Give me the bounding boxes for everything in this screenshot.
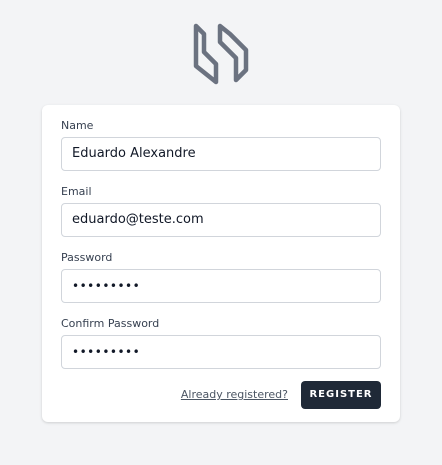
email-field-group: Email eduardo@teste.com bbox=[61, 185, 381, 237]
name-input-value: Eduardo Alexandre bbox=[72, 146, 196, 161]
email-label: Email bbox=[61, 185, 92, 198]
name-input[interactable]: Eduardo Alexandre bbox=[61, 137, 381, 171]
password-label: Password bbox=[61, 251, 113, 264]
name-label: Name bbox=[61, 119, 94, 132]
confirm-password-input-value: ••••••••• bbox=[72, 345, 141, 359]
password-input-value: ••••••••• bbox=[72, 279, 141, 293]
password-input[interactable]: ••••••••• bbox=[61, 269, 381, 303]
name-field-group: Name Eduardo Alexandre bbox=[61, 119, 381, 171]
app-logo-icon[interactable] bbox=[190, 20, 252, 88]
email-input-value: eduardo@teste.com bbox=[72, 212, 204, 227]
register-button[interactable]: REGISTER bbox=[301, 381, 381, 409]
register-card: Name Eduardo Alexandre Email eduardo@tes… bbox=[42, 105, 400, 422]
form-actions: Already registered? REGISTER bbox=[42, 381, 400, 409]
already-registered-link[interactable]: Already registered? bbox=[181, 381, 288, 409]
email-input[interactable]: eduardo@teste.com bbox=[61, 203, 381, 237]
confirm-password-field-group: Confirm Password ••••••••• bbox=[61, 317, 381, 369]
confirm-password-label: Confirm Password bbox=[61, 317, 160, 330]
confirm-password-input[interactable]: ••••••••• bbox=[61, 335, 381, 369]
password-field-group: Password ••••••••• bbox=[61, 251, 381, 303]
